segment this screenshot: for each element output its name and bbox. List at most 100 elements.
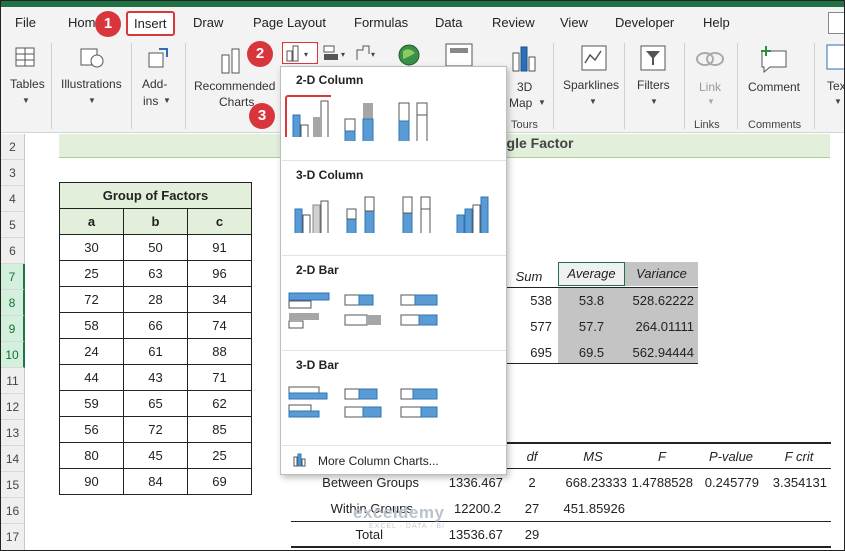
row-header-selected[interactable]: 8 (1, 290, 25, 316)
table-cell[interactable]: 25 (59, 260, 124, 287)
anova-source-label[interactable]: Between Groups (301, 475, 419, 490)
3d-100-stacked-bar-icon[interactable] (397, 381, 443, 423)
3d-stacked-column-icon[interactable] (341, 191, 387, 233)
3d-map-button[interactable]: 3D (517, 80, 532, 94)
table-cell[interactable]: 66 (123, 312, 188, 339)
anova-header-f[interactable]: F (633, 449, 691, 464)
more-column-charts-link[interactable]: More Column Charts... (318, 454, 439, 468)
table-cell[interactable]: 85 (187, 416, 252, 443)
share-button[interactable] (828, 12, 844, 34)
illustrations-button[interactable]: Illustrations (61, 77, 122, 91)
comment-button[interactable]: Comment (748, 80, 800, 94)
link-icon[interactable] (695, 49, 725, 69)
table-cell[interactable]: 61 (123, 338, 188, 365)
table-cell[interactable]: 91 (187, 234, 252, 261)
table-cell[interactable]: 72 (123, 416, 188, 443)
globe-icon[interactable] (397, 43, 421, 67)
row-header[interactable]: 11 (1, 368, 25, 394)
addins-icon[interactable] (147, 47, 169, 69)
summary-variance-cell[interactable]: 264.01111 (625, 314, 698, 340)
tab-help[interactable]: Help (703, 15, 730, 30)
tab-developer[interactable]: Developer (615, 15, 674, 30)
column-header[interactable]: a (59, 208, 124, 235)
table-cell[interactable]: 72 (59, 286, 124, 313)
clustered-column-icon[interactable] (285, 95, 331, 137)
table-cell[interactable]: 50 (123, 234, 188, 261)
comment-icon[interactable] (758, 43, 790, 73)
table-cell[interactable]: 80 (59, 442, 124, 469)
anova-ss-cell[interactable]: 1336.467 (441, 475, 503, 490)
tab-draw[interactable]: Draw (193, 15, 223, 30)
stacked-bar-icon[interactable] (341, 287, 387, 329)
table-cell[interactable]: 59 (59, 390, 124, 417)
summary-average-cell[interactable]: 69.5 (558, 340, 625, 364)
3d-column-icon[interactable] (453, 191, 499, 233)
table-cell[interactable]: 43 (123, 364, 188, 391)
anova-pvalue-cell[interactable]: 0.245779 (697, 475, 759, 490)
column-header[interactable]: c (187, 208, 252, 235)
100-stacked-column-icon[interactable] (393, 99, 439, 141)
table-cell[interactable]: 96 (187, 260, 252, 287)
summary-sum-cell[interactable]: 577 (506, 314, 552, 340)
row-header[interactable]: 6 (1, 238, 25, 264)
column-header[interactable]: b (123, 208, 188, 235)
anova-ms-cell[interactable]: 451.85926 (559, 501, 625, 516)
row-header[interactable]: 16 (1, 498, 25, 524)
row-header-selected[interactable]: 9 (1, 316, 25, 342)
table-cell[interactable]: 25 (187, 442, 252, 469)
summary-header-variance[interactable]: Variance (625, 262, 698, 286)
anova-fcrit-cell[interactable]: 3.354131 (765, 475, 827, 490)
table-cell[interactable]: 45 (123, 442, 188, 469)
tab-review[interactable]: Review (492, 15, 535, 30)
table-title[interactable]: Group of Factors (59, 182, 252, 209)
table-cell[interactable]: 28 (123, 286, 188, 313)
table-icon[interactable] (15, 47, 35, 67)
table-cell[interactable]: 90 (59, 468, 124, 495)
table-cell[interactable]: 88 (187, 338, 252, 365)
table-cell[interactable]: 34 (187, 286, 252, 313)
table-cell[interactable]: 30 (59, 234, 124, 261)
table-cell[interactable]: 74 (187, 312, 252, 339)
summary-header-sum[interactable]: Sum (506, 265, 552, 289)
3d-map-icon[interactable] (511, 45, 537, 73)
recommended-charts-icon[interactable] (219, 45, 245, 75)
table-cell[interactable]: 56 (59, 416, 124, 443)
summary-sum-cell[interactable]: 538 (506, 288, 552, 314)
anova-ss-cell[interactable]: 13536.67 (441, 527, 503, 542)
summary-variance-cell[interactable]: 528.62222 (625, 288, 698, 314)
link-button[interactable]: Link (699, 80, 721, 94)
table-cell[interactable]: 65 (123, 390, 188, 417)
anova-f-cell[interactable]: 1.4788528 (629, 475, 693, 490)
summary-average-cell[interactable]: 53.8 (558, 288, 625, 314)
table-cell[interactable]: 63 (123, 260, 188, 287)
tab-formulas[interactable]: Formulas (354, 15, 408, 30)
summary-header-average[interactable]: Average (558, 262, 625, 286)
anova-df-cell[interactable]: 29 (515, 527, 549, 542)
3d-clustered-bar-icon[interactable] (287, 381, 333, 423)
stacked-column-icon[interactable] (339, 99, 385, 141)
tables-button[interactable]: Tables (10, 77, 45, 91)
row-header[interactable]: 15 (1, 472, 25, 498)
anova-ms-cell[interactable]: 668.23333 (559, 475, 627, 490)
table-cell[interactable]: 71 (187, 364, 252, 391)
3d-clustered-column-icon[interactable] (287, 191, 333, 233)
tab-view[interactable]: View (560, 15, 588, 30)
row-header[interactable]: 12 (1, 394, 25, 420)
row-header-selected[interactable]: 7 (1, 264, 25, 290)
tab-page-layout[interactable]: Page Layout (253, 15, 326, 30)
3d-stacked-bar-icon[interactable] (341, 381, 387, 423)
anova-header-df[interactable]: df (515, 449, 549, 464)
sparkline-icon[interactable] (581, 45, 607, 71)
column-chart-icon[interactable]: ▾ (282, 42, 318, 64)
row-header[interactable]: 3 (1, 160, 25, 186)
clustered-bar-icon[interactable] (287, 287, 333, 329)
row-header-selected[interactable]: 10 (1, 342, 25, 368)
tab-data[interactable]: Data (435, 15, 462, 30)
table-cell[interactable]: 62 (187, 390, 252, 417)
tab-file[interactable]: File (15, 15, 36, 30)
anova-header-ms[interactable]: MS (559, 449, 627, 464)
100-stacked-bar-icon[interactable] (397, 287, 443, 329)
row-header[interactable]: 5 (1, 212, 25, 238)
shapes-icon[interactable] (79, 47, 105, 69)
text-box-icon[interactable] (825, 43, 845, 71)
